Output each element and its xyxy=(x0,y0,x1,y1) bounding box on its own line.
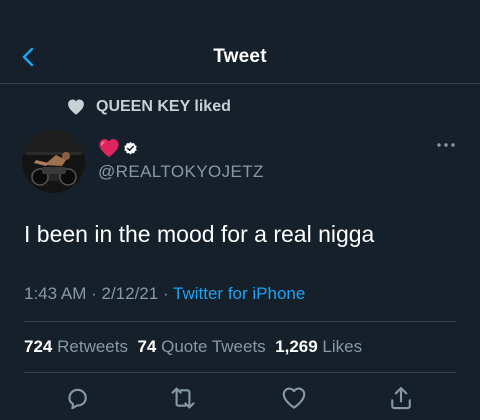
tweet-actions-bar xyxy=(0,384,480,414)
tweet-source-link[interactable]: Twitter for iPhone xyxy=(173,284,305,303)
tweet-text: I been in the mood for a real nigga xyxy=(24,221,375,247)
retweet-icon[interactable] xyxy=(169,384,197,412)
verified-badge-icon xyxy=(124,141,137,154)
author-handle[interactable]: @REALTOKYOJETZ xyxy=(98,162,264,182)
likes-label: Likes xyxy=(322,337,363,356)
author-name-row[interactable] xyxy=(98,136,138,160)
meta-separator: · xyxy=(158,284,174,303)
avatar-image xyxy=(22,130,85,193)
tweet-stats: 724 Retweets 74 Quote Tweets 1,269 Likes xyxy=(24,337,362,357)
quote-tweets-count: 74 xyxy=(137,337,157,356)
quote-tweets-label: Quote Tweets xyxy=(161,337,266,356)
meta-separator: · xyxy=(86,284,102,303)
quote-tweets-stat[interactable]: 74 Quote Tweets xyxy=(137,337,265,356)
share-icon[interactable] xyxy=(387,384,415,412)
top-nav-bar: Tweet xyxy=(0,0,480,84)
tweet-meta: 1:43 AM · 2/12/21 · Twitter for iPhone xyxy=(24,284,305,304)
more-options-icon[interactable] xyxy=(436,140,456,150)
tweet-date: 2/12/21 xyxy=(101,284,159,303)
like-icon[interactable] xyxy=(280,384,308,412)
red-heart-emoji xyxy=(99,139,119,158)
reply-icon[interactable] xyxy=(63,384,91,412)
likes-stat[interactable]: 1,269 Likes xyxy=(275,337,362,356)
heart-icon xyxy=(68,99,84,115)
avatar[interactable] xyxy=(22,130,85,193)
social-context-text: QUEEN KEY liked xyxy=(96,98,231,115)
page-title: Tweet xyxy=(213,46,267,67)
divider xyxy=(24,321,456,322)
retweets-stat[interactable]: 724 Retweets xyxy=(24,337,128,356)
likes-count: 1,269 xyxy=(275,337,318,356)
retweets-label: Retweets xyxy=(57,337,128,356)
retweets-count: 724 xyxy=(24,337,53,356)
social-context: QUEEN KEY liked xyxy=(66,96,231,118)
tweet-time: 1:43 AM xyxy=(24,284,87,303)
divider xyxy=(24,372,456,373)
